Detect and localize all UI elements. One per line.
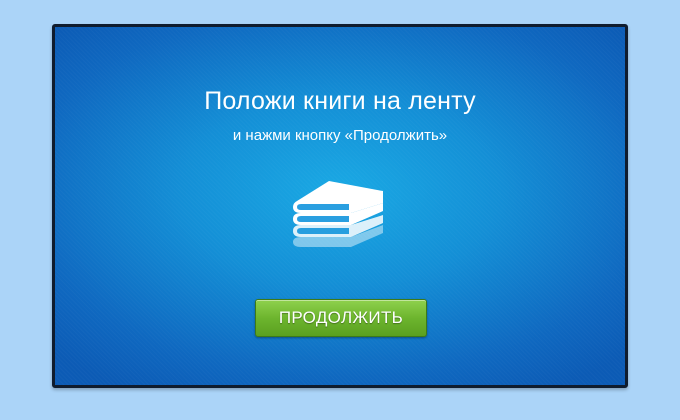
kiosk-monitor-frame: Положи книги на ленту и нажми кнопку «Пр…: [52, 24, 628, 388]
kiosk-screen: Положи книги на ленту и нажми кнопку «Пр…: [55, 27, 625, 385]
continue-button[interactable]: ПРОДОЛЖИТЬ: [255, 299, 427, 337]
screen-content: Положи книги на ленту и нажми кнопку «Пр…: [55, 27, 625, 385]
page: Положи книги на ленту и нажми кнопку «Пр…: [0, 0, 680, 420]
instruction-subtitle: и нажми кнопку «Продолжить»: [232, 127, 448, 144]
instruction-title: Положи книги на ленту: [204, 87, 476, 115]
stack-of-books-icon: [293, 181, 383, 247]
